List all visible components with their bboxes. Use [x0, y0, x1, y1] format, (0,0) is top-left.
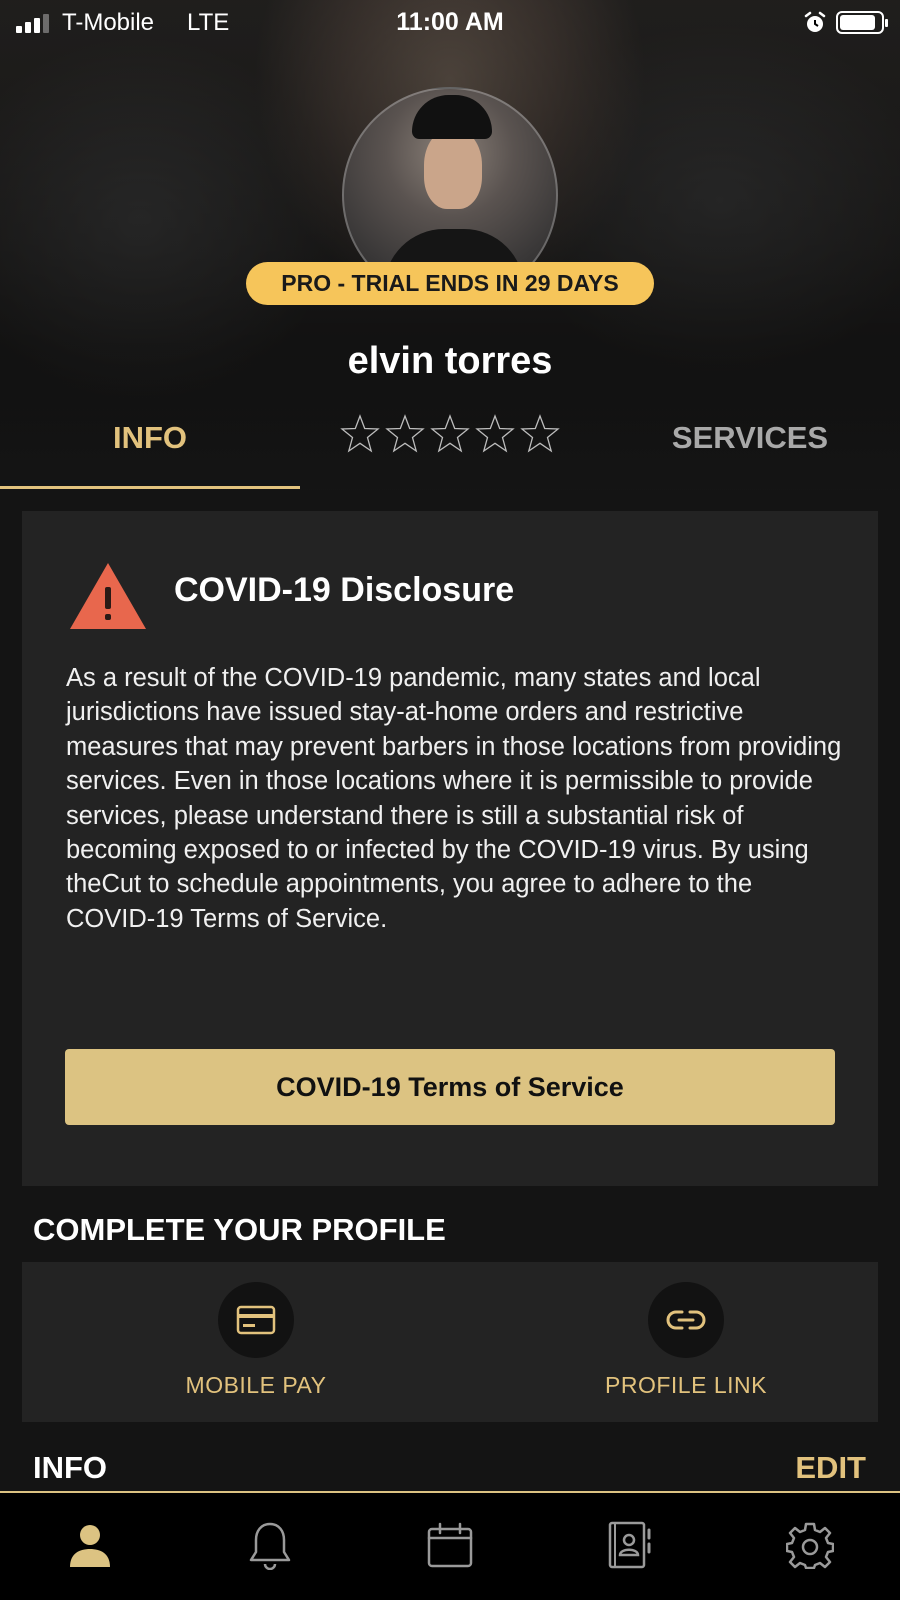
nav-calendar[interactable] [420, 1515, 480, 1575]
link-icon [648, 1282, 724, 1358]
info-section-title: INFO [33, 1450, 108, 1485]
battery-icon [836, 11, 888, 34]
credit-card-icon [218, 1282, 294, 1358]
rating-star-icon [385, 414, 425, 453]
rating-star-icon [520, 414, 560, 453]
pro-trial-badge: PRO - TRIAL ENDS IN 29 DAYS [246, 262, 654, 305]
profile-name: elvin torres [347, 340, 553, 382]
rating-star-icon [430, 414, 470, 453]
tab-info[interactable]: INFO [0, 420, 300, 456]
rating-star-icon [340, 414, 380, 453]
nav-profile[interactable] [60, 1515, 120, 1575]
complete-profile-title: COMPLETE YOUR PROFILE [33, 1212, 446, 1247]
warning-icon [70, 563, 146, 629]
contacts-icon [608, 1521, 651, 1569]
nav-notifications[interactable] [240, 1515, 300, 1575]
nav-settings[interactable] [780, 1515, 840, 1575]
covid-disclosure-card: COVID-19 Disclosure As a result of the C… [22, 511, 878, 1186]
rating-star-icon [475, 414, 515, 453]
tab-rating[interactable] [340, 414, 560, 454]
mobile-pay-label: MOBILE PAY [185, 1372, 327, 1398]
profile-icon [70, 1525, 110, 1567]
complete-profile-card: MOBILE PAY PROFILE LINK [22, 1262, 878, 1422]
status-bar: T-Mobile LTE 11:00 AM [0, 0, 900, 44]
active-tab-indicator [0, 486, 300, 489]
covid-title: COVID-19 Disclosure [174, 571, 515, 609]
profile-link-item[interactable]: PROFILE LINK [536, 1282, 836, 1399]
settings-gear-icon [786, 1522, 834, 1569]
tab-services[interactable]: SERVICES [600, 420, 900, 456]
status-time: 11:00 AM [396, 8, 504, 36]
calendar-icon [427, 1522, 473, 1568]
bell-icon [249, 1522, 291, 1570]
alarm-icon [804, 11, 826, 32]
covid-body-text: As a result of the COVID-19 pandemic, ma… [66, 664, 842, 933]
edit-info-button[interactable]: EDIT [795, 1450, 866, 1486]
covid-terms-button[interactable]: COVID-19 Terms of Service [65, 1049, 835, 1125]
profile-tabs: INFO SERVICES [0, 410, 900, 490]
bottom-tab-bar [0, 1491, 900, 1600]
mobile-pay-item[interactable]: MOBILE PAY [106, 1282, 406, 1399]
nav-contacts[interactable] [600, 1515, 660, 1575]
profile-link-label: PROFILE LINK [605, 1372, 767, 1398]
